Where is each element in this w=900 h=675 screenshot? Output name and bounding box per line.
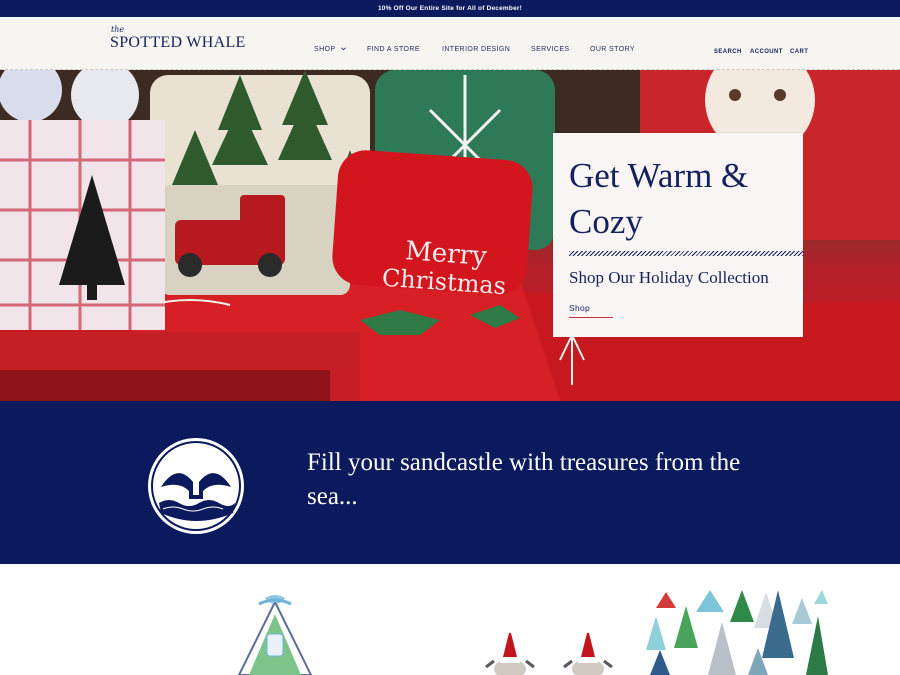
hero-headline: Get Warm & Cozy [569, 156, 749, 241]
hero-subheadline[interactable]: Shop Our Holiday Collection [569, 268, 769, 288]
product-image-tree-print[interactable] [642, 588, 828, 675]
whale-tail-icon [147, 437, 245, 535]
product-image-reindeer[interactable] [480, 619, 630, 675]
tagline-text: Fill your sandcastle with treasures from… [307, 449, 741, 510]
site-header: the SPOTTED WHALE SHOP FIND A STORE INTE… [0, 17, 900, 70]
hero-promo-card: Get Warm & Cozy Shop Our Holiday Collect… [553, 133, 803, 337]
site-logo[interactable]: the SPOTTED WHALE [110, 26, 246, 52]
product-image-ornament[interactable] [225, 594, 325, 675]
nav-interior-design[interactable]: INTERIOR DESIGN [442, 46, 510, 53]
logo-name: SPOTTED WHALE [110, 34, 246, 51]
nav-find-a-store[interactable]: FIND A STORE [367, 46, 420, 53]
announcement-text: 10% Off Our Entire Site for All of Decem… [377, 5, 522, 12]
search-link[interactable]: SEARCH [714, 49, 742, 55]
product-strip [0, 564, 900, 675]
shop-link-underline [569, 317, 613, 318]
nav-shop-label: SHOP [314, 46, 336, 53]
cart-link[interactable]: CART [790, 49, 808, 55]
nav-shop[interactable]: SHOP [314, 46, 346, 53]
nav-our-story[interactable]: OUR STORY [590, 46, 635, 53]
chevron-down-icon [340, 46, 346, 53]
account-link[interactable]: ACCOUNT [750, 49, 783, 55]
shop-link[interactable]: Shop [569, 303, 590, 313]
decorative-rope-divider [569, 251, 803, 256]
announcement-bar[interactable]: 10% Off Our Entire Site for All of Decem… [0, 0, 900, 17]
nav-services[interactable]: SERVICES [531, 46, 569, 53]
pillow-text: Merry Christmas [378, 236, 512, 301]
logo-prefix: the [111, 25, 125, 34]
